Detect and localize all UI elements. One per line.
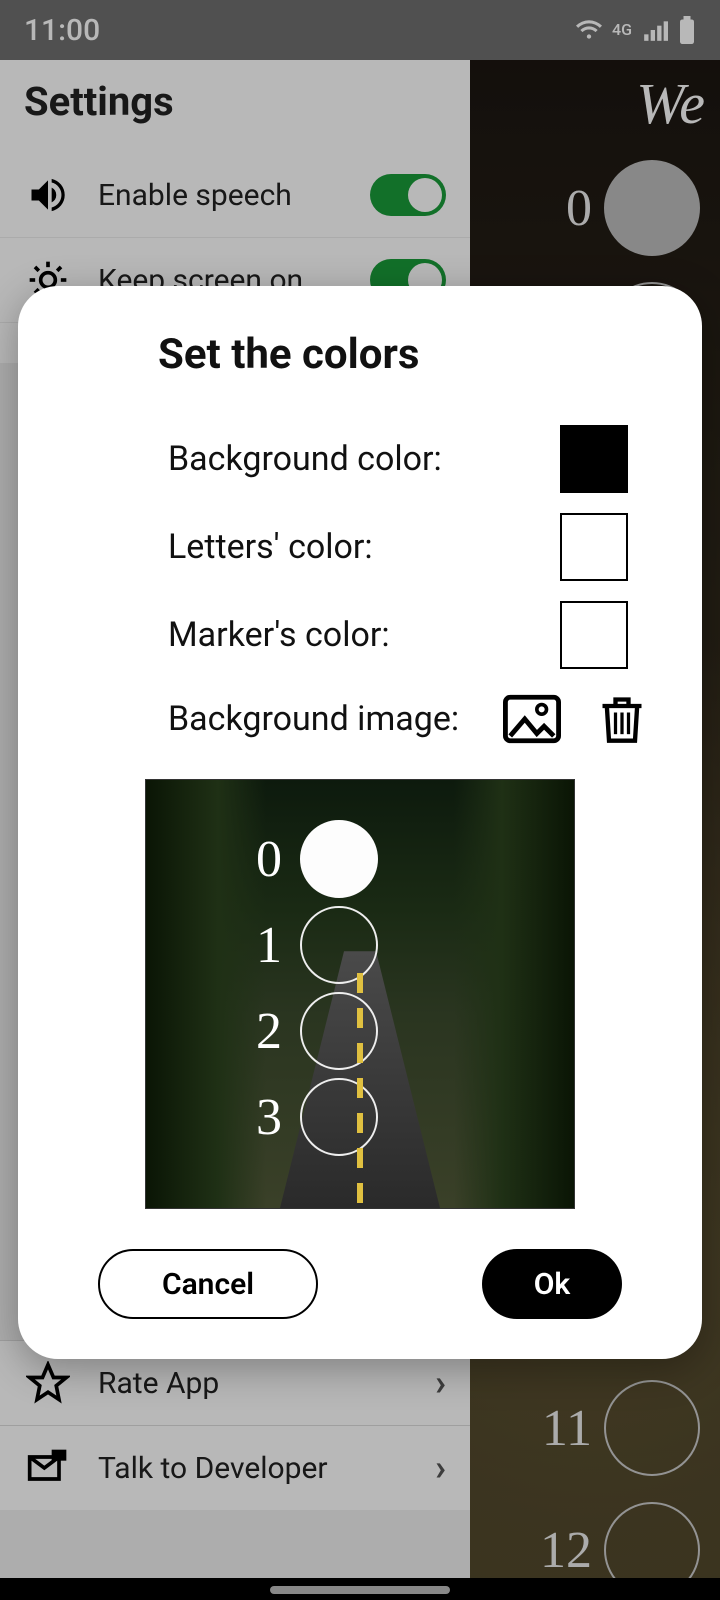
preview-marker bbox=[300, 906, 378, 984]
row-letters-color: Letters' color: bbox=[68, 503, 652, 591]
marker-color-swatch[interactable] bbox=[560, 601, 628, 669]
system-nav-bar bbox=[0, 1578, 720, 1600]
preview-num: 2 bbox=[246, 1002, 292, 1061]
delete-image-button[interactable] bbox=[592, 689, 652, 749]
preview-marker bbox=[300, 992, 378, 1070]
nav-pill[interactable] bbox=[270, 1586, 450, 1594]
preview-marker bbox=[300, 1078, 378, 1156]
row-background-color: Background color: bbox=[68, 415, 652, 503]
dialog-actions: Cancel Ok bbox=[68, 1249, 652, 1319]
color-label: Background color: bbox=[168, 439, 560, 479]
color-label: Letters' color: bbox=[168, 527, 560, 567]
cancel-button[interactable]: Cancel bbox=[98, 1249, 318, 1319]
color-preview: 0 1 2 3 bbox=[145, 779, 575, 1209]
pick-image-button[interactable] bbox=[502, 689, 562, 749]
row-background-image: Background image: bbox=[68, 679, 652, 759]
row-marker-color: Marker's color: bbox=[68, 591, 652, 679]
set-colors-dialog: Set the colors Background color: Letters… bbox=[18, 286, 702, 1359]
color-label: Background image: bbox=[168, 699, 502, 739]
letters-color-swatch[interactable] bbox=[560, 513, 628, 581]
preview-num: 0 bbox=[246, 830, 292, 889]
preview-num: 3 bbox=[246, 1088, 292, 1147]
preview-marker bbox=[300, 820, 378, 898]
color-label: Marker's color: bbox=[168, 615, 560, 655]
background-color-swatch[interactable] bbox=[560, 425, 628, 493]
ok-button[interactable]: Ok bbox=[482, 1249, 622, 1319]
dialog-title: Set the colors bbox=[158, 330, 652, 379]
preview-num: 1 bbox=[246, 916, 292, 975]
